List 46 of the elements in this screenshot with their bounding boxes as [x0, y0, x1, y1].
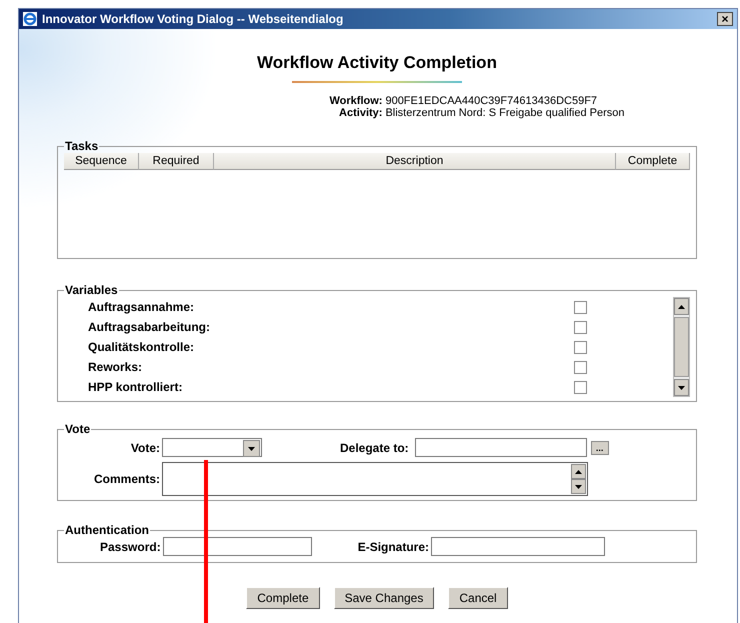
browse-button[interactable]: ...	[590, 440, 609, 454]
delegate-field[interactable]	[414, 438, 587, 457]
variable-label: Qualitätskontrolle:	[88, 340, 196, 354]
field-label: Delegate to:	[340, 440, 410, 454]
column-header[interactable]: Sequence	[64, 153, 139, 170]
signature-field[interactable]	[431, 537, 606, 556]
checkbox[interactable]	[574, 320, 587, 334]
field-label: Password:	[100, 540, 162, 554]
variable-label: HPP kontrolliert:	[88, 380, 184, 394]
close-button[interactable]: ×	[717, 12, 733, 26]
panel-legend: Tasks	[64, 139, 100, 153]
column-header[interactable]: Complete	[616, 153, 690, 170]
column-header[interactable]: Description	[214, 153, 616, 170]
panel-legend: Authentication	[64, 523, 150, 537]
variable-label: Auftragsannahme:	[88, 300, 196, 314]
dialog-heading: Workflow Activity Completion	[257, 53, 497, 73]
browser-icon	[23, 12, 37, 26]
comments-field[interactable]	[162, 462, 588, 496]
vote-dropdown[interactable]	[162, 438, 262, 457]
info-value: 900FE1EDCAA440C39F74613436DC59F7	[385, 95, 598, 107]
dialog-button[interactable]: Cancel	[448, 587, 508, 609]
column-header[interactable]: Required	[139, 153, 214, 170]
window-title: Innovator Workflow Voting Dialog -- Webseitendialog	[42, 12, 344, 26]
field-label: E-Signature:	[358, 540, 430, 554]
scroll-up-icon	[575, 470, 582, 474]
checkbox[interactable]	[574, 300, 587, 314]
dialog-button[interactable]: Save Changes	[334, 587, 434, 609]
scroll-up-icon	[678, 304, 685, 308]
dialog-button[interactable]: Complete	[246, 587, 320, 609]
panel-legend: Variables	[64, 283, 119, 297]
scroll-down-icon	[678, 386, 685, 390]
panel-legend: Vote	[64, 422, 92, 436]
scrollbar[interactable]	[673, 297, 690, 397]
checkbox[interactable]	[574, 360, 587, 374]
password-field[interactable]	[162, 537, 312, 556]
checkbox[interactable]	[574, 380, 587, 394]
info-label: Activity:	[338, 107, 382, 119]
caret-icon	[248, 446, 255, 450]
info-label: Workflow:	[329, 95, 382, 107]
info-value: Blisterzentrum Nord: S Freigabe qualified Person	[385, 107, 625, 119]
variable-label: Reworks:	[88, 360, 144, 374]
variable-label: Auftragsabarbeitung:	[88, 320, 212, 334]
checkbox[interactable]	[574, 340, 587, 354]
field-label: Vote:	[130, 440, 161, 454]
scroll-down-icon	[575, 484, 582, 488]
field-label: Comments:	[92, 472, 161, 486]
